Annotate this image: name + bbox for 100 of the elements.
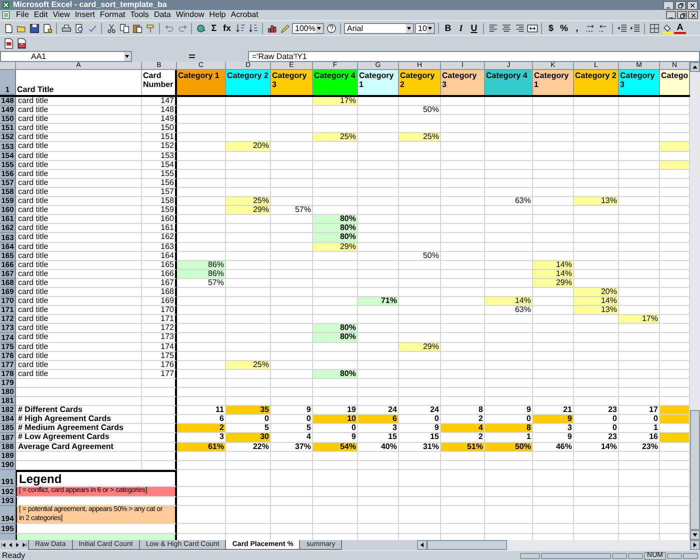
italic-button[interactable]: I	[455, 22, 467, 34]
menu-item[interactable]: Tools	[128, 10, 151, 20]
menu-item[interactable]: Acrobat	[228, 10, 260, 20]
table-cell: 1	[619, 424, 660, 434]
table-cell: card title	[16, 133, 142, 142]
status-text: Ready	[2, 552, 26, 560]
table-cell: 22%	[226, 442, 271, 452]
table-cell: card title	[16, 352, 142, 361]
table-cell: card title	[16, 215, 142, 224]
table-cell: 148	[142, 106, 177, 116]
menu-item[interactable]: Edit	[32, 10, 50, 20]
table-cell: 3	[358, 424, 399, 434]
highlighted-cell: 25%	[313, 133, 358, 142]
table-cell: card title	[16, 315, 142, 324]
category-heading: Category 4	[485, 70, 533, 95]
dropdown-field[interactable]: 100%	[292, 22, 324, 34]
table-cell: # Different Cards	[16, 406, 142, 416]
menu-item[interactable]: Window	[174, 10, 206, 20]
category-heading: Category 1	[177, 70, 226, 95]
table-cell: 160	[142, 215, 177, 224]
category-heading: Category 1	[533, 70, 574, 95]
table-cell: 0	[399, 415, 441, 424]
table-cell: 158	[142, 197, 177, 206]
table-cell: card title	[16, 242, 142, 252]
highlighted-cell: 13%	[574, 197, 619, 206]
table-cell: 177	[142, 370, 177, 379]
table-cell: 4	[271, 433, 313, 443]
category-heading: Category 1	[358, 70, 399, 95]
table-cell: 0	[574, 424, 619, 434]
table-cell: 0	[313, 424, 358, 434]
dropdown-field[interactable]: Arial	[344, 22, 414, 34]
table-cell: card title	[16, 278, 142, 288]
menu-item[interactable]: Format	[98, 10, 128, 20]
menu-item[interactable]: File	[14, 10, 31, 20]
table-cell: 23	[574, 406, 619, 416]
dropdown-field[interactable]: 10	[415, 22, 435, 34]
table-cell: 169	[142, 297, 177, 306]
underline-button[interactable]: U	[468, 22, 480, 34]
highlighted-cell: 71%	[358, 297, 399, 306]
table-cell: card title	[16, 270, 142, 279]
table-cell: card title	[16, 360, 142, 370]
category-heading: Category 2	[399, 70, 441, 95]
highlighted-cell: 10	[313, 415, 358, 424]
table-cell: 0	[574, 415, 619, 424]
table-cell: 57%	[271, 206, 313, 216]
percent-button[interactable]: %	[558, 22, 570, 34]
table-cell: 147	[142, 97, 177, 106]
table-cell: 175	[142, 352, 177, 361]
category-heading: Category 3	[619, 70, 660, 95]
highlighted-cell: 2	[177, 424, 226, 434]
formula-field[interactable]: ='Raw Data'!Y1	[248, 50, 700, 62]
table-cell: 9	[533, 433, 574, 443]
table-cell: card title	[16, 152, 142, 161]
table-cell: 46%	[533, 442, 574, 452]
highlighted-cell: 80%	[313, 224, 358, 234]
font-color-button[interactable]: A	[674, 22, 686, 34]
table-cell: 173	[142, 333, 177, 343]
currency-button[interactable]: $	[545, 22, 557, 34]
table-cell: 157	[142, 188, 177, 198]
category-heading: Category 2	[574, 70, 619, 95]
table-cell: card title	[16, 170, 142, 179]
table-cell: 170	[142, 306, 177, 316]
highlighted-cell: 9	[533, 415, 574, 424]
menu-item[interactable]: Help	[207, 10, 228, 20]
highlighted-cell: 8	[485, 424, 533, 434]
table-cell: card title	[16, 252, 142, 261]
table-cell: card title	[16, 297, 142, 306]
table-cell: 63%	[485, 306, 533, 316]
table-cell: # Low Agreement Cards	[16, 433, 142, 443]
table-cell: 24	[399, 406, 441, 416]
table-cell: 162	[142, 233, 177, 242]
menu-item[interactable]: Data	[152, 10, 173, 20]
category-heading: Category 4	[313, 70, 358, 95]
table-cell: 23	[574, 433, 619, 443]
highlighted-cell: 35	[226, 406, 271, 416]
table-cell: 150	[142, 124, 177, 134]
table-cell: card title	[16, 188, 142, 198]
bold-button[interactable]: B	[442, 22, 454, 34]
menu-item[interactable]: View	[50, 10, 72, 20]
table-cell: card title	[16, 97, 142, 106]
function-button[interactable]: fx	[221, 22, 233, 34]
table-cell: card title	[16, 233, 142, 242]
menu-item[interactable]: Insert	[72, 10, 97, 20]
table-cell: card title	[16, 342, 142, 352]
highlighted-cell: 25%	[226, 197, 271, 206]
autosum-button[interactable]: Σ	[208, 22, 220, 34]
table-cell: 174	[142, 342, 177, 352]
table-cell: 152	[142, 142, 177, 152]
table-cell: 9	[485, 406, 533, 416]
table-cell: 164	[142, 252, 177, 261]
highlighted-cell: 4	[441, 424, 485, 434]
table-cell: 151	[142, 133, 177, 142]
name-box[interactable]: AA1	[0, 50, 132, 62]
table-cell: 15	[358, 433, 399, 443]
highlighted-cell: 17%	[313, 97, 358, 106]
table-cell: 14%	[574, 442, 619, 452]
comma-button[interactable]: ,	[571, 22, 583, 34]
table-cell: 3	[533, 424, 574, 434]
table-cell: card title	[16, 288, 142, 298]
table-cell: 153	[142, 152, 177, 161]
